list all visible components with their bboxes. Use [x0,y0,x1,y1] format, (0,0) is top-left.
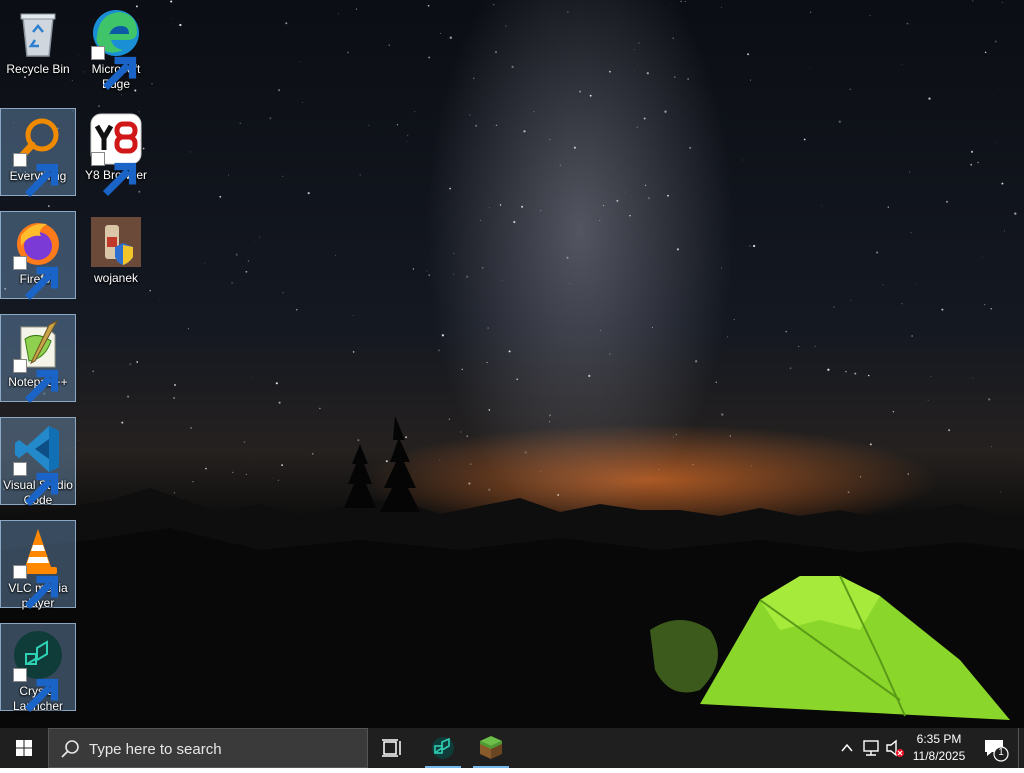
desktop-icon-label: Recycle Bin [6,62,70,76]
crystal-launcher-icon [432,737,454,759]
task-view-button[interactable] [370,728,414,768]
shortcut-arrow-icon [13,153,59,198]
desktop-icon-recycle-bin[interactable]: Recycle Bin [0,2,76,90]
desktop-icon-label: wojanek [93,271,139,285]
search-placeholder: Type here to search [89,741,222,758]
taskbar-clock[interactable]: 6:35 PM 11/8/2025 [904,731,974,765]
minecraft-icon [480,736,502,759]
desktop-icon-y8-browser[interactable]: Y8 Browser [78,108,154,197]
start-button[interactable] [0,728,48,768]
shortcut-arrow-icon [13,668,59,713]
taskbar: Type here to search 6:35 PM 11/8/2025 1 [0,728,1024,768]
shortcut-arrow-icon [13,565,59,610]
action-center-icon [985,740,1009,762]
clock-date: 11/8/2025 [912,749,966,763]
shortcut-arrow-icon [13,359,59,404]
search-icon [61,740,79,758]
desktop-icon-notepad-plus-plus[interactable]: Notepad++ [0,314,76,404]
show-hidden-icons-button[interactable] [836,728,858,768]
clock-time: 6:35 PM [916,732,962,746]
wojanek-icon [89,215,143,269]
notepad-plus-plus-icon [11,319,65,404]
notification-count-badge: 1 [998,747,1004,758]
desktop-icon-everything[interactable]: Everything [0,108,76,198]
firefox-icon [11,216,65,301]
shortcut-arrow-icon [13,256,59,301]
recycle-bin-icon [11,6,65,60]
chevron-up-icon [841,743,853,752]
windows-logo-icon [16,740,32,756]
shortcut-arrow-icon [91,152,137,197]
y8-browser-icon [89,112,143,197]
taskbar-app-crystal-launcher[interactable] [421,728,465,768]
crystal-launcher-icon [11,628,65,713]
desktop-icon-vlc-media-player[interactable]: VLC media player [0,520,76,610]
network-status-button[interactable] [860,728,882,768]
visual-studio-code-icon [11,422,65,507]
desktop-icon-microsoft-edge[interactable]: Microsoft Edge [78,2,154,91]
desktop-icon-visual-studio-code[interactable]: Visual Studio Code [0,417,76,507]
volume-button[interactable] [884,728,906,768]
network-icon [863,740,879,756]
edge-icon [89,6,143,91]
show-desktop-button[interactable] [1018,728,1024,768]
landscape-silhouette [0,416,1024,728]
shortcut-arrow-icon [13,462,59,507]
taskbar-app-minecraft[interactable] [469,728,513,768]
everything-icon [11,113,65,198]
desktop-icon-firefox[interactable]: Firefox [0,211,76,301]
task-view-icon [382,739,401,757]
desktop-icon-wojanek[interactable]: wojanek [78,211,154,299]
volume-muted-icon [886,739,904,757]
desktop-background[interactable]: Recycle Bin Everything Firefox Notepad++… [0,0,1024,728]
desktop-icon-crystal-launcher[interactable]: Crystal Launcher [0,623,76,713]
action-center-button[interactable]: 1 [980,728,1010,768]
vlc-cone-icon [11,525,65,610]
search-input[interactable]: Type here to search [48,728,368,768]
shortcut-arrow-icon [91,46,137,91]
